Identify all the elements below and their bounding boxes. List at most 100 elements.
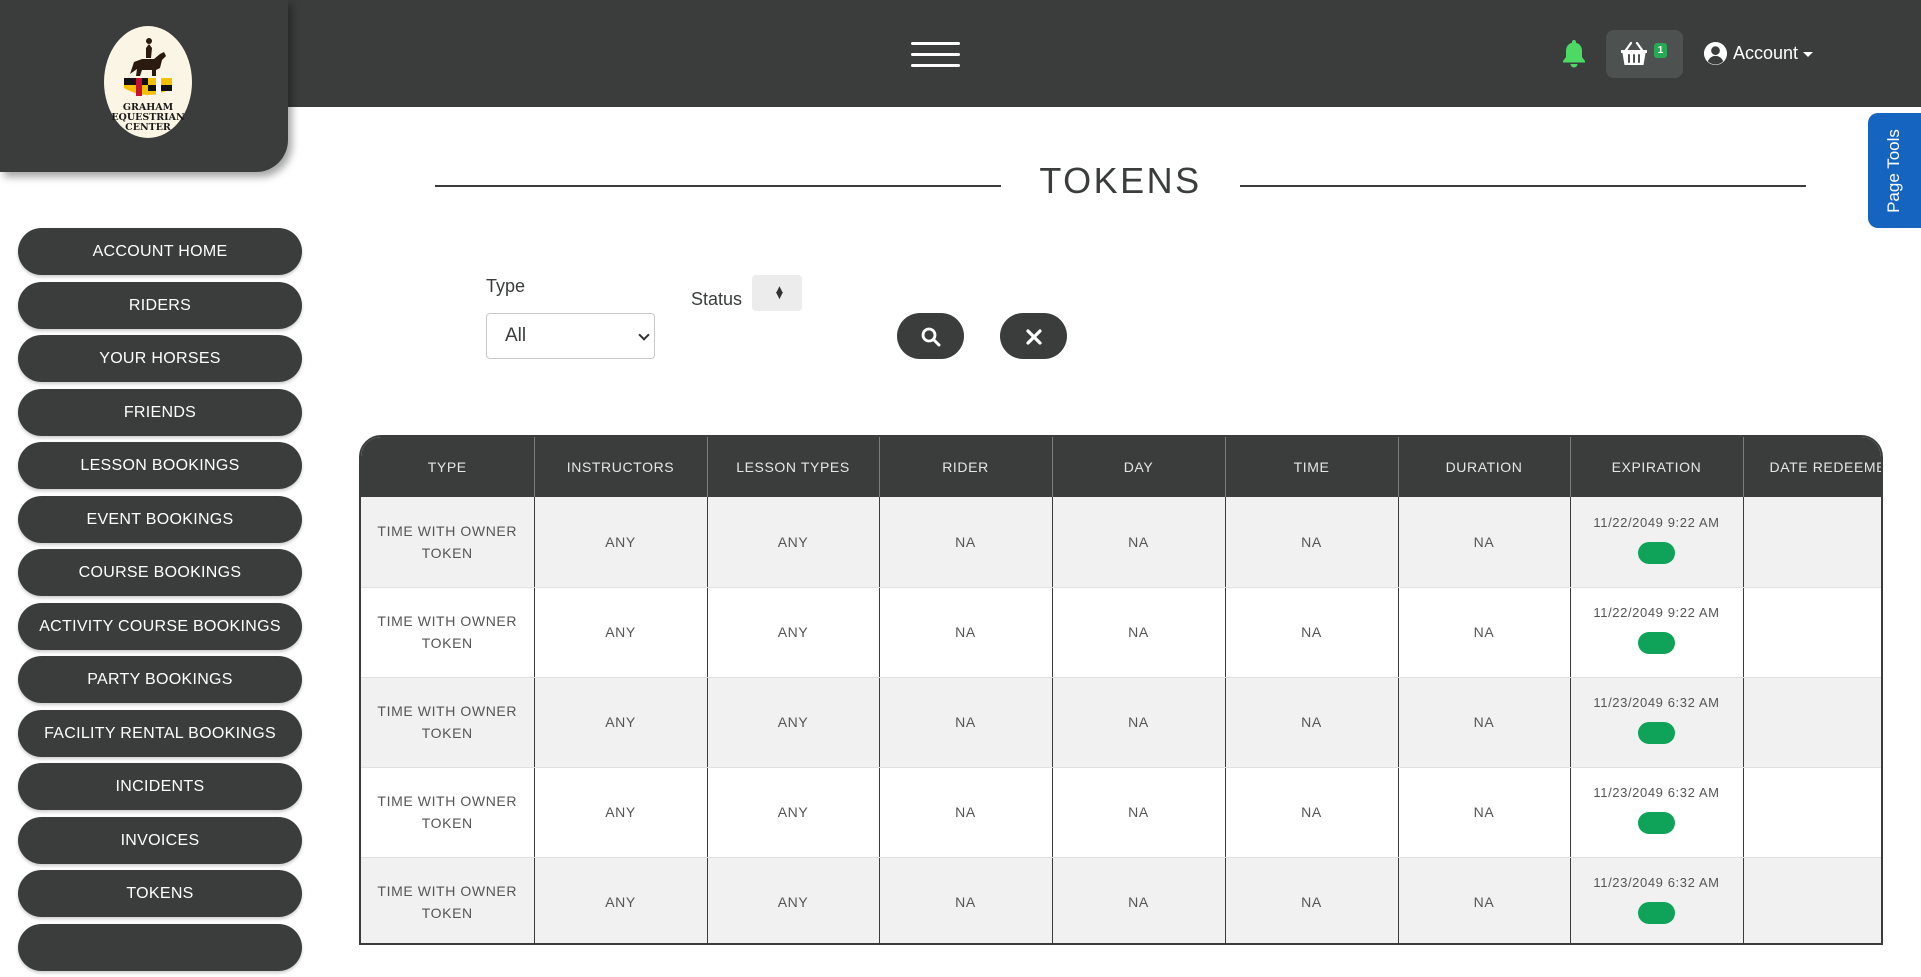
table-header-row: TYPE INSTRUCTORS LESSON TYPES RIDER DAY …	[361, 437, 1881, 497]
sidebar-item-lesson-bookings[interactable]: LESSON BOOKINGS	[18, 442, 302, 489]
expiration-date: 11/23/2049 6:32 AM	[1593, 695, 1720, 710]
cell-expiration: 11/22/2049 9:22 AM	[1570, 497, 1744, 588]
active-status-toggle[interactable]	[1638, 632, 1675, 654]
cell-rider: NA	[879, 677, 1053, 768]
cell-date-redeemed	[1743, 857, 1881, 943]
cell-day: NA	[1052, 767, 1226, 858]
column-header-duration[interactable]: DURATION	[1398, 437, 1571, 497]
page-tools-label: Page Tools	[1884, 129, 1903, 213]
column-header-date-redeemed[interactable]: DATE REDEEMED	[1743, 437, 1881, 497]
title-divider-right	[1240, 185, 1806, 187]
cell-expiration: 11/23/2049 6:32 AM	[1570, 767, 1744, 858]
cell-day: NA	[1052, 587, 1226, 678]
cell-instructors: ANY	[534, 767, 708, 858]
sidebar-item-tokens[interactable]: TOKENS	[18, 870, 302, 917]
cell-expiration: 11/22/2049 9:22 AM	[1570, 587, 1744, 678]
expiration-date: 11/22/2049 9:22 AM	[1593, 605, 1720, 620]
chevron-down-icon	[1803, 52, 1814, 57]
table-row: TIME WITH OWNER TOKEN ANY ANY NA NA NA N…	[361, 857, 1881, 943]
cell-time: NA	[1225, 857, 1399, 943]
type-filter-value: All	[505, 325, 527, 346]
account-label: Account	[1733, 42, 1799, 63]
cell-time: NA	[1225, 587, 1399, 678]
active-status-toggle[interactable]	[1638, 541, 1675, 564]
sidebar-item-riders[interactable]: RIDERS	[18, 281, 302, 329]
expiration-date: 11/23/2049 6:32 AM	[1593, 875, 1720, 890]
page-title: TOKENS	[1039, 160, 1202, 201]
close-icon	[1026, 329, 1042, 345]
cell-day: NA	[1052, 857, 1226, 943]
cell-time: NA	[1225, 677, 1399, 768]
table-row: TIME WITH OWNER TOKEN ANY ANY NA NA NA N…	[361, 497, 1881, 588]
user-circle-icon	[1703, 41, 1728, 65]
sidebar-item-facility-rental-bookings[interactable]: FACILITY RENTAL BOOKINGS	[18, 709, 302, 757]
cell-instructors: ANY	[534, 857, 708, 943]
table-row: TIME WITH OWNER TOKEN ANY ANY NA NA NA N…	[361, 587, 1881, 678]
cell-instructors: ANY	[534, 587, 708, 678]
cart-button[interactable]: 1	[1606, 30, 1683, 78]
column-header-lesson-types[interactable]: LESSON TYPES	[707, 437, 880, 497]
column-header-time[interactable]: TIME	[1225, 437, 1399, 497]
cell-lesson-types: ANY	[707, 587, 880, 678]
cell-rider: NA	[879, 497, 1053, 588]
active-status-toggle[interactable]	[1638, 902, 1675, 924]
logo-line3: CENTER	[125, 122, 171, 133]
status-filter-select[interactable]: ▲ ▼	[752, 275, 802, 311]
expiration-date: 11/22/2049 9:22 AM	[1593, 514, 1720, 530]
bell-icon[interactable]	[1560, 38, 1588, 68]
column-header-day[interactable]: DAY	[1052, 437, 1226, 497]
graham-equestrian-center-logo[interactable]: GRAHAM EQUESTRIAN CENTER	[100, 22, 196, 142]
table-row: TIME WITH OWNER TOKEN ANY ANY NA NA NA N…	[361, 767, 1881, 858]
sidebar-item-more[interactable]	[18, 923, 302, 971]
sidebar-item-account-home[interactable]: ACCOUNT HOME	[18, 228, 302, 275]
cell-lesson-types: ANY	[707, 497, 880, 588]
sidebar-item-incidents[interactable]: INCIDENTS	[18, 763, 302, 810]
cell-duration: NA	[1398, 497, 1571, 588]
tokens-table: TYPE INSTRUCTORS LESSON TYPES RIDER DAY …	[359, 435, 1883, 945]
cell-type: TIME WITH OWNER TOKEN	[361, 497, 535, 588]
account-menu[interactable]: Account	[1703, 38, 1814, 68]
cell-rider: NA	[879, 767, 1053, 858]
search-button[interactable]	[897, 313, 964, 359]
active-status-toggle[interactable]	[1638, 812, 1675, 834]
cell-type: TIME WITH OWNER TOKEN	[361, 587, 535, 678]
column-header-expiration[interactable]: EXPIRATION	[1570, 437, 1744, 497]
logo-panel: GRAHAM EQUESTRIAN CENTER	[0, 0, 288, 172]
sidebar-item-friends[interactable]: FRIENDS	[18, 388, 302, 436]
type-filter-select[interactable]: All	[486, 313, 655, 359]
cell-type: TIME WITH OWNER TOKEN	[361, 767, 535, 858]
cell-lesson-types: ANY	[707, 767, 880, 858]
expiration-date: 11/23/2049 6:32 AM	[1593, 785, 1720, 800]
hamburger-menu-icon[interactable]	[911, 40, 960, 70]
column-header-instructors[interactable]: INSTRUCTORS	[534, 437, 708, 497]
sidebar-nav: ACCOUNT HOME RIDERS YOUR HORSES FRIENDS …	[18, 228, 302, 977]
chevron-down-icon	[638, 329, 650, 341]
sidebar-item-course-bookings[interactable]: COURSE BOOKINGS	[18, 549, 302, 596]
active-status-toggle[interactable]	[1638, 722, 1675, 744]
cell-date-redeemed	[1743, 767, 1881, 858]
sidebar-item-event-bookings[interactable]: EVENT BOOKINGS	[18, 495, 302, 543]
sidebar-item-invoices[interactable]: INVOICES	[18, 816, 302, 864]
cell-lesson-types: ANY	[707, 677, 880, 768]
cell-duration: NA	[1398, 767, 1571, 858]
cell-time: NA	[1225, 767, 1399, 858]
column-header-rider[interactable]: RIDER	[879, 437, 1053, 497]
sidebar-item-your-horses[interactable]: YOUR HORSES	[18, 335, 302, 382]
cell-type: TIME WITH OWNER TOKEN	[361, 857, 535, 943]
title-divider-left	[435, 185, 1001, 187]
cell-duration: NA	[1398, 857, 1571, 943]
cell-instructors: ANY	[534, 677, 708, 768]
basket-icon	[1621, 42, 1647, 65]
cart-count-badge: 1	[1654, 43, 1667, 58]
page-tools-tab[interactable]: Page Tools	[1868, 113, 1921, 228]
cell-expiration: 11/23/2049 6:32 AM	[1570, 677, 1744, 768]
clear-filters-button[interactable]	[1000, 313, 1067, 359]
cell-type: TIME WITH OWNER TOKEN	[361, 677, 535, 768]
top-bar: 1 Account	[0, 0, 1921, 107]
cell-expiration: 11/23/2049 6:32 AM	[1570, 857, 1744, 943]
column-header-type[interactable]: TYPE	[361, 437, 535, 497]
sidebar-item-party-bookings[interactable]: PARTY BOOKINGS	[18, 656, 302, 703]
cell-date-redeemed	[1743, 497, 1881, 588]
status-filter-label: Status	[691, 289, 743, 309]
sidebar-item-activity-course-bookings[interactable]: ACTIVITY COURSE BOOKINGS	[18, 602, 302, 650]
